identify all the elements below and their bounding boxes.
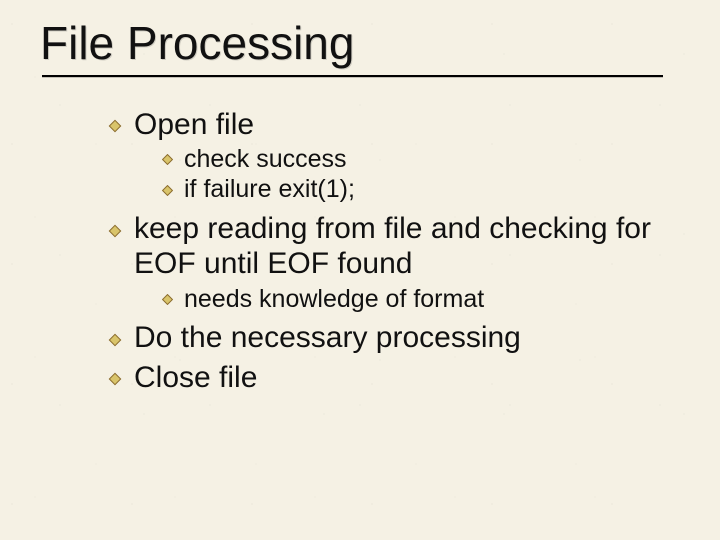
slide-title: File Processing <box>40 18 680 69</box>
diamond-bullet-icon <box>162 185 173 196</box>
list-item: Do the necessary processing <box>108 320 680 355</box>
list-item-label: needs knowledge of format <box>184 285 484 313</box>
bullet-list: Open file check success if failure exit(… <box>108 107 680 395</box>
list-item-label: Do the necessary processing <box>134 321 521 354</box>
slide: File Processing Open file check success <box>0 0 720 540</box>
diamond-bullet-icon <box>108 372 122 386</box>
list-item-label: check success <box>184 145 347 173</box>
list-item: Open file check success if failure exit(… <box>108 107 680 205</box>
list-item: keep reading from file and checking for … <box>108 211 680 314</box>
list-item-label: Open file <box>134 108 254 141</box>
list-item-label: keep reading from file and checking for … <box>134 212 651 280</box>
list-item: Close file <box>108 360 680 395</box>
diamond-bullet-icon <box>108 224 122 238</box>
title-underline <box>42 75 663 77</box>
sub-list: check success if failure exit(1); <box>162 144 680 205</box>
diamond-bullet-icon <box>108 119 122 133</box>
diamond-bullet-icon <box>162 154 173 165</box>
list-item: needs knowledge of format <box>162 284 680 315</box>
list-item-label: if failure exit(1); <box>184 175 355 203</box>
list-item-label: Close file <box>134 361 257 394</box>
list-item: check success <box>162 144 680 175</box>
diamond-bullet-icon <box>108 333 122 347</box>
diamond-bullet-icon <box>162 294 173 305</box>
list-item: if failure exit(1); <box>162 174 680 205</box>
sub-list: needs knowledge of format <box>162 284 680 315</box>
